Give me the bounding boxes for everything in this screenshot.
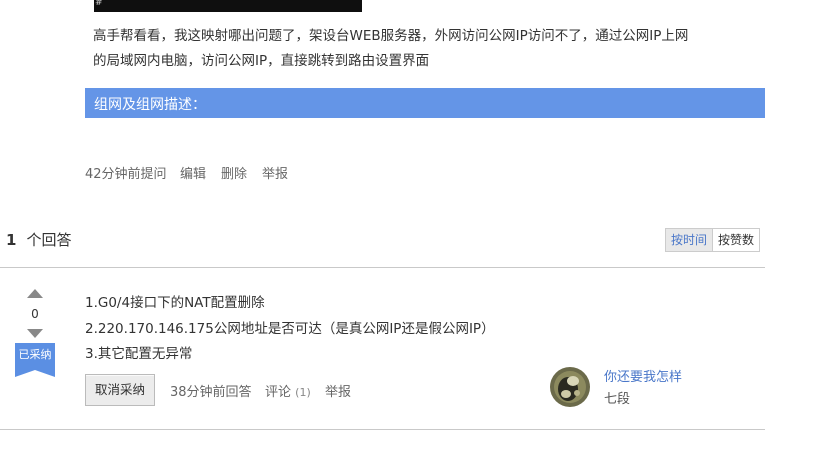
image-code-fragment: # xyxy=(95,0,103,8)
avatar[interactable] xyxy=(550,367,590,407)
report-question-link[interactable]: 举报 xyxy=(262,163,288,182)
sort-by-votes-button[interactable]: 按赞数 xyxy=(713,229,760,251)
accepted-badge: 已采纳 xyxy=(15,343,55,377)
question-body: 高手帮看看，我这映射哪出问题了，架设台WEB服务器，外网访问公网IP访问不了，通… xyxy=(93,24,763,74)
answer-line: 3.其它配置无异常 xyxy=(85,346,193,362)
edit-link[interactable]: 编辑 xyxy=(180,163,206,182)
section-title: 组网及组网描述： xyxy=(94,97,206,113)
vote-count: 0 xyxy=(31,307,39,321)
divider xyxy=(0,267,765,268)
report-answer-link[interactable]: 举报 xyxy=(325,381,351,400)
question-body-line: 高手帮看看，我这映射哪出问题了，架设台WEB服务器，外网访问公网IP访问不了，通… xyxy=(93,28,689,44)
question-time: 42分钟前提问 xyxy=(85,167,167,182)
accepted-badge-label: 已采纳 xyxy=(18,348,52,361)
question-image: # xyxy=(94,0,362,12)
downvote-arrow-icon[interactable] xyxy=(27,329,43,338)
sort-by-time-button[interactable]: 按时间 xyxy=(666,229,714,251)
answer-line: 2.220.170.146.175公网地址是否可达（是真公网IP还是假公网IP） xyxy=(85,321,495,337)
divider xyxy=(0,429,765,430)
delete-link[interactable]: 删除 xyxy=(221,163,247,182)
upvote-arrow-icon[interactable] xyxy=(27,289,43,298)
answers-count-heading: 1 个回答 xyxy=(6,229,71,250)
avatar-image-icon xyxy=(550,367,590,407)
cancel-accept-button[interactable]: 取消采纳 xyxy=(85,374,155,406)
section-header-bar: 组网及组网描述： xyxy=(85,88,765,118)
author-name-link[interactable]: 你还要我怎样 xyxy=(604,366,682,385)
author-level: 七段 xyxy=(604,392,631,407)
comment-label: 评论 xyxy=(265,385,292,400)
answer-time: 38分钟前回答 xyxy=(170,385,252,400)
comment-link[interactable]: 评论 (1) xyxy=(265,381,311,400)
question-body-line: 的局域网内电脑，访问公网IP，直接跳转到路由设置界面 xyxy=(93,53,430,69)
sort-toggle-group: 按时间 按赞数 xyxy=(665,228,761,252)
answers-count-number: 1 xyxy=(6,231,17,249)
comment-count: (1) xyxy=(295,386,311,399)
answers-count-label: 个回答 xyxy=(26,231,72,249)
answer-line: 1.G0/4接口下的NAT配置删除 xyxy=(85,295,265,311)
